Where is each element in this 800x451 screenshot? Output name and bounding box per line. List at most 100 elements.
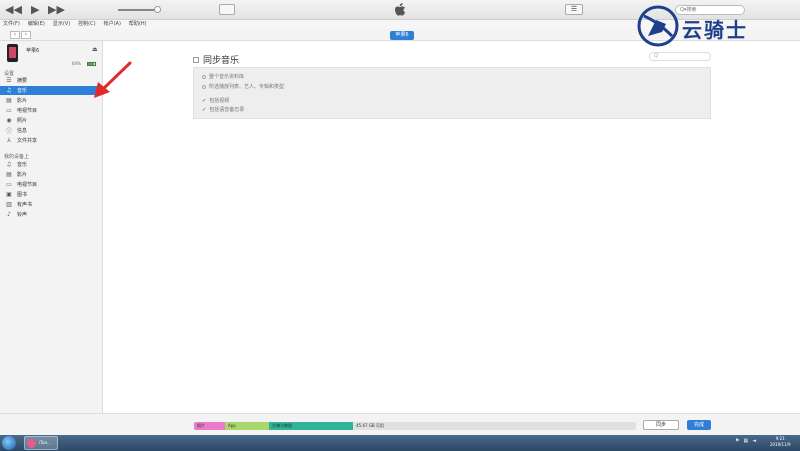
storage-segment: App xyxy=(224,422,270,430)
sidebar-device-item[interactable]: ▥ 有声书 xyxy=(0,200,103,209)
sidebar-device-item-label: 电视节目 xyxy=(17,182,38,188)
sidebar-settings-item[interactable]: ♫ 音乐 xyxy=(0,86,103,95)
bell-icon: ♪ xyxy=(7,211,11,218)
clock[interactable]: 9:21 2019/11/9 xyxy=(770,436,791,448)
summary-icon: ☰ xyxy=(6,77,12,84)
storage-segment: 45.67 GB 可用 xyxy=(353,422,636,430)
device-badge[interactable]: 苹果6 xyxy=(390,31,414,40)
radio-icon xyxy=(202,84,206,89)
sidebar-device-item-label: 有声书 xyxy=(17,202,33,208)
sidebar-device-item-label: 影片 xyxy=(17,172,28,178)
menu-view[interactable]: 显示(V) xyxy=(53,20,70,29)
option-label: 包括语音备忘录 xyxy=(209,107,245,113)
sidebar: 苹果6 ⏏ 64% 设置 ☰ 摘要 ♫ 音乐 ▤ 影片 ▭ 电视节目 ◉ 照片 ⓘ 信息 ⅄ 文件共享 我… xyxy=(0,41,103,413)
option-label: 所选播放列表、艺人、专辑和类型 xyxy=(209,84,285,90)
option-selected-playlists[interactable]: 所选播放列表、艺人、专辑和类型 xyxy=(202,83,284,90)
iphone-icon xyxy=(7,44,18,62)
play-icon[interactable]: ▶ xyxy=(31,3,39,17)
audiobook-icon: ▥ xyxy=(6,201,12,208)
tv-icon: ▭ xyxy=(6,107,12,114)
option-include-videos[interactable]: ✔ 包括视频 xyxy=(202,97,230,105)
sidebar-device-item[interactable]: ▭ 电视节目 xyxy=(0,180,103,189)
sync-options-panel: 整个音乐资料库 所选播放列表、艺人、专辑和类型 ✔ 包括视频 ✔ 包括语音备忘录 xyxy=(193,67,711,119)
camera-icon: ◉ xyxy=(6,117,12,124)
storage-segment: 照片 xyxy=(194,422,225,430)
sidebar-device-item-label: 音乐 xyxy=(17,162,28,168)
movie-icon: ▤ xyxy=(6,171,12,178)
device-summary[interactable]: 苹果6 ⏏ 64% xyxy=(0,41,103,67)
menu-account[interactable]: 帐户(A) xyxy=(104,20,121,29)
book-icon: ▣ xyxy=(6,191,12,198)
sidebar-settings-item[interactable]: ▤ 影片 xyxy=(0,96,103,105)
sync-music-title: 同步音乐 xyxy=(203,56,240,66)
info-icon: ⓘ xyxy=(5,128,12,135)
sidebar-settings-item-label: 文件共享 xyxy=(17,138,38,144)
sidebar-device-item-label: 图书 xyxy=(17,192,28,198)
music-note-icon: ♫ xyxy=(6,87,12,94)
back-button[interactable]: ‹ xyxy=(10,31,20,39)
menu-edit[interactable]: 编辑(E) xyxy=(28,20,45,29)
eject-icon[interactable]: ⏏ xyxy=(92,46,98,53)
sidebar-settings-item[interactable]: ▭ 电视节目 xyxy=(0,106,103,115)
volume-knob[interactable] xyxy=(154,6,161,13)
annotation-arrow-icon xyxy=(94,61,132,98)
windows-taskbar: iTun... ⚑ ▦ ◄ 9:21 2019/11/9 xyxy=(0,435,800,451)
airplay-button[interactable] xyxy=(219,4,235,15)
sync-music-checkbox[interactable] xyxy=(193,56,199,63)
sidebar-device-item[interactable]: ▣ 图书 xyxy=(0,190,103,199)
flag-icon[interactable]: ⚑ xyxy=(735,438,739,444)
radio-icon xyxy=(202,74,206,79)
music-search-input[interactable]: Q xyxy=(649,52,711,61)
start-button[interactable] xyxy=(2,436,16,450)
rewind-icon[interactable]: ◀◀ xyxy=(5,3,22,17)
sidebar-settings-item-label: 影片 xyxy=(17,98,28,104)
sidebar-settings-item-label: 音乐 xyxy=(17,88,28,94)
sidebar-device-item[interactable]: ♫ 音乐 xyxy=(0,160,103,169)
taskbar-itunes[interactable]: iTun... xyxy=(24,436,58,450)
volume-slider[interactable] xyxy=(118,9,158,11)
device-name: 苹果6 xyxy=(26,48,40,54)
sidebar-settings-item-label: 摘要 xyxy=(17,78,28,84)
option-include-voice-memos[interactable]: ✔ 包括语音备忘录 xyxy=(202,106,245,114)
on-device-header: 我的设备上 xyxy=(4,154,30,160)
system-tray: ⚑ ▦ ◄ xyxy=(735,438,756,444)
sidebar-settings-item-label: 信息 xyxy=(17,128,28,134)
fast-forward-icon[interactable]: ▶▶ xyxy=(48,3,65,17)
checkmark-icon: ✔ xyxy=(202,106,207,113)
option-entire-library[interactable]: 整个音乐资料库 xyxy=(202,73,244,80)
sidebar-settings-item[interactable]: ☰ 摘要 xyxy=(0,76,103,85)
music-note-icon: ♫ xyxy=(6,161,12,168)
sidebar-device-item-label: 铃声 xyxy=(17,212,28,218)
storage-bar: 照片 App 文稿与数据 45.67 GB 可用 xyxy=(194,422,636,430)
volume-icon[interactable]: ◄ xyxy=(752,438,756,444)
battery-percent: 64% xyxy=(72,61,81,66)
menu-file[interactable]: 文件(F) xyxy=(3,20,20,29)
sync-music-header: 同步音乐 xyxy=(193,53,239,66)
sidebar-settings-item[interactable]: ⓘ 信息 xyxy=(0,126,103,135)
main-content: 同步音乐 Q 整个音乐资料库 所选播放列表、艺人、专辑和类型 ✔ 包括视频 ✔ … xyxy=(104,41,800,413)
file-share-icon: ⅄ xyxy=(7,137,11,144)
sidebar-settings-item[interactable]: ⅄ 文件共享 xyxy=(0,136,103,145)
sidebar-device-item[interactable]: ▤ 影片 xyxy=(0,170,103,179)
movie-icon: ▤ xyxy=(6,97,12,104)
menu-controls[interactable]: 控制(C) xyxy=(78,20,95,29)
storage-bar-area: 照片 App 文稿与数据 45.67 GB 可用 同步 完成 xyxy=(0,413,800,435)
watermark-text: 云骑士 xyxy=(682,18,748,42)
forward-button[interactable]: › xyxy=(21,31,31,39)
checkmark-icon: ✔ xyxy=(202,97,207,104)
list-view-button[interactable]: ☰ xyxy=(565,4,583,15)
network-icon[interactable]: ▦ xyxy=(743,438,748,444)
sidebar-device-item[interactable]: ♪ 铃声 xyxy=(0,210,103,219)
tv-icon: ▭ xyxy=(6,181,12,188)
sidebar-settings-item[interactable]: ◉ 照片 xyxy=(0,116,103,125)
menu-help[interactable]: 帮助(H) xyxy=(129,20,147,29)
sidebar-settings-item-label: 电视节目 xyxy=(17,108,38,114)
clock-date: 2019/11/9 xyxy=(770,442,791,447)
apple-logo-icon xyxy=(395,3,406,16)
storage-segment: 文稿与数据 xyxy=(269,422,354,430)
option-label: 整个音乐资料库 xyxy=(209,74,245,80)
sidebar-settings-item-label: 照片 xyxy=(17,118,28,124)
done-button[interactable]: 完成 xyxy=(687,420,711,430)
option-label: 包括视频 xyxy=(209,98,230,104)
sync-button[interactable]: 同步 xyxy=(643,420,679,430)
